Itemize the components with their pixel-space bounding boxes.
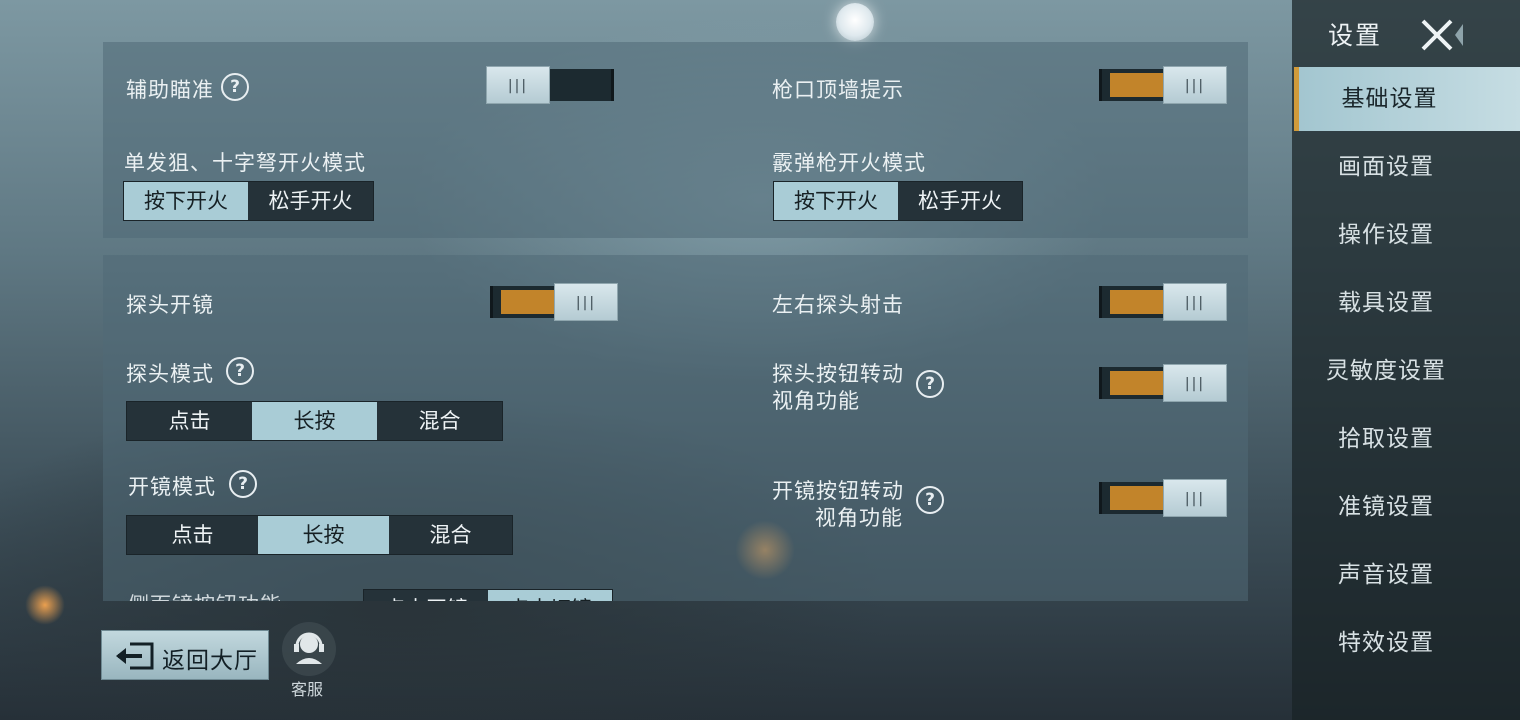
toggle-knob-icon: |||	[1163, 364, 1227, 402]
option-press-fire[interactable]: 按下开火	[124, 182, 248, 220]
sidebar-item-graphics[interactable]: 画面设置	[1292, 135, 1520, 199]
ember-light	[25, 585, 65, 625]
scope-rotate-label-line2: 视角功能	[815, 506, 903, 530]
side-scope-label: 侧面镜按钮功能	[128, 589, 282, 601]
option-hold[interactable]: 长按	[258, 516, 389, 554]
sniper-fire-mode-selector: 按下开火 松手开火	[123, 181, 374, 221]
settings-title: 设置	[1328, 21, 1383, 50]
sidebar-item-scope[interactable]: 准镜设置	[1292, 475, 1520, 539]
option-click-switch[interactable]: 点击切镜	[488, 590, 612, 601]
option-click[interactable]: 点击	[127, 402, 252, 440]
headset-icon	[294, 632, 324, 664]
option-click[interactable]: 点击	[127, 516, 258, 554]
scope-mode-selector: 点击 长按 混合	[126, 515, 513, 555]
scope-mode-label: 开镜模式	[128, 475, 216, 499]
toggle-knob-icon: |||	[1163, 66, 1227, 104]
scope-rotate-toggle[interactable]: |||	[1097, 479, 1227, 517]
peek-mode-selector: 点击 长按 混合	[126, 401, 503, 441]
sidebar-item-vehicle[interactable]: 载具设置	[1292, 271, 1520, 335]
side-scope-selector: 点击开镜 点击切镜	[363, 589, 613, 601]
moon-light	[836, 3, 874, 41]
back-to-lobby-button[interactable]: 返回大厅	[101, 630, 269, 680]
toggle-knob-icon: |||	[554, 283, 618, 321]
toggle-knob-icon: |||	[486, 66, 550, 104]
option-hold[interactable]: 长按	[252, 402, 377, 440]
customer-service-label: 客服	[291, 680, 324, 699]
sidebar-item-basic[interactable]: 基础设置	[1294, 67, 1520, 131]
muzzle-wall-label: 枪口顶墙提示	[772, 78, 904, 102]
scope-rotate-label-line1: 开镜按钮转动	[772, 479, 904, 503]
toggle-knob-icon: |||	[1163, 283, 1227, 321]
lr-peek-shoot-label: 左右探头射击	[772, 293, 904, 317]
option-release-fire[interactable]: 松手开火	[248, 182, 373, 220]
help-icon[interactable]: ?	[916, 370, 944, 398]
back-to-lobby-label: 返回大厅	[162, 648, 258, 674]
toggle-knob-icon: |||	[1163, 479, 1227, 517]
help-icon[interactable]: ?	[226, 357, 254, 385]
option-mixed[interactable]: 混合	[377, 402, 502, 440]
peek-scope-toggle[interactable]: |||	[488, 283, 618, 321]
peek-rotate-label-line2: 视角功能	[772, 389, 860, 413]
lr-peek-shoot-toggle[interactable]: |||	[1097, 283, 1227, 321]
customer-service-button[interactable]	[282, 622, 336, 676]
peek-rotate-toggle[interactable]: |||	[1097, 364, 1227, 402]
sidebar-item-sensitivity[interactable]: 灵敏度设置	[1292, 339, 1520, 403]
muzzle-wall-toggle[interactable]: |||	[1097, 66, 1227, 104]
help-icon[interactable]: ?	[221, 73, 249, 101]
sidebar-item-pickup[interactable]: 拾取设置	[1292, 407, 1520, 471]
sniper-fire-mode-label: 单发狙、十字弩开火模式	[124, 151, 366, 175]
close-icon	[1421, 19, 1463, 51]
help-icon[interactable]: ?	[916, 486, 944, 514]
option-mixed[interactable]: 混合	[389, 516, 512, 554]
peek-scope-label: 探头开镜	[126, 293, 214, 317]
help-icon[interactable]: ?	[229, 470, 257, 498]
peek-rotate-label-line1: 探头按钮转动	[772, 362, 904, 386]
exit-door-icon	[116, 642, 154, 670]
shotgun-fire-mode-label: 霰弹枪开火模式	[772, 151, 926, 175]
peek-mode-label: 探头模式	[126, 362, 214, 386]
close-button[interactable]	[1417, 16, 1465, 54]
option-release-fire[interactable]: 松手开火	[898, 182, 1022, 220]
assist-aim-label: 辅助瞄准	[126, 78, 214, 102]
assist-aim-toggle[interactable]: |||	[486, 66, 616, 104]
sidebar-item-sound[interactable]: 声音设置	[1292, 543, 1520, 607]
sidebar-item-effects[interactable]: 特效设置	[1292, 611, 1520, 675]
option-click-scope[interactable]: 点击开镜	[364, 590, 488, 601]
sidebar-item-controls[interactable]: 操作设置	[1292, 203, 1520, 267]
option-press-fire[interactable]: 按下开火	[774, 182, 898, 220]
shotgun-fire-mode-selector: 按下开火 松手开火	[773, 181, 1023, 221]
